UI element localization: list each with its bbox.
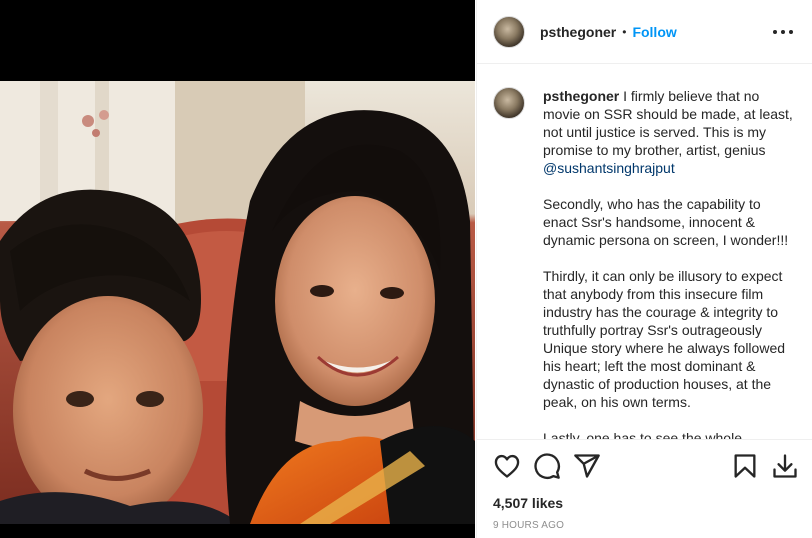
post-photo[interactable] <box>0 81 475 524</box>
dot-icon <box>773 30 777 34</box>
post-side-panel: psthegoner • Follow psthegoner I firmly … <box>476 0 812 538</box>
action-icons <box>477 452 812 484</box>
caption-username-link[interactable]: psthegoner <box>543 88 619 104</box>
caption-paragraph: psthegoner I firmly believe that no movi… <box>543 87 797 177</box>
username-link[interactable]: psthegoner <box>540 24 616 40</box>
more-options-icon[interactable] <box>773 22 793 42</box>
caption-paragraph: Secondly, who has the capability to enac… <box>543 196 789 248</box>
caption-avatar[interactable] <box>493 87 525 119</box>
comment-icon[interactable] <box>533 452 561 480</box>
caption-paragraph: Lastly, one has to see the whole <box>543 430 742 439</box>
dot-icon <box>789 30 793 34</box>
caption: psthegoner I firmly believe that no movi… <box>493 87 797 439</box>
avatar[interactable] <box>493 15 525 48</box>
mention-link[interactable]: @sushantsinghrajput <box>543 160 675 176</box>
follow-button[interactable]: Follow <box>632 24 676 40</box>
dot-icon <box>781 30 785 34</box>
caption-paragraph: Thirdly, it can only be illusory to expe… <box>543 268 786 410</box>
photo-image <box>0 81 475 524</box>
actions-bar: 4,507 likes 9 HOURS AGO <box>477 439 812 538</box>
save-icon[interactable] <box>731 452 759 480</box>
post-timestamp[interactable]: 9 HOURS AGO <box>493 520 564 531</box>
download-icon[interactable] <box>771 452 799 480</box>
comments-section[interactable]: psthegoner I firmly believe that no movi… <box>477 65 812 439</box>
share-icon[interactable] <box>573 452 601 480</box>
caption-text: psthegoner I firmly believe that no movi… <box>543 87 797 439</box>
separator-dot: • <box>622 24 627 39</box>
likes-count[interactable]: 4,507 likes <box>493 495 563 511</box>
post-header: psthegoner • Follow <box>477 0 812 64</box>
heart-icon[interactable] <box>493 452 521 480</box>
post-media[interactable] <box>0 0 475 538</box>
